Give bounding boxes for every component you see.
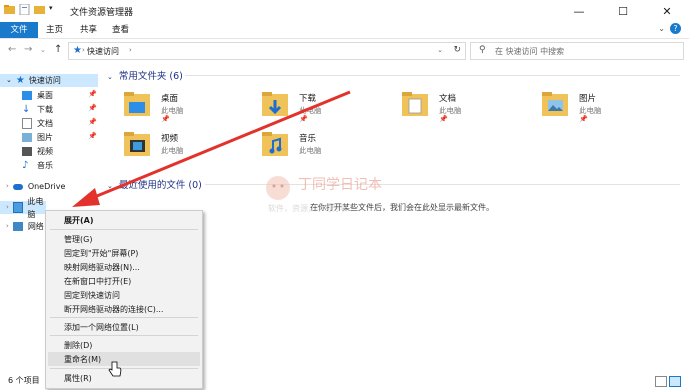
menu-item-pin-to-start[interactable]: 固定到"开始"屏幕(P) [64, 248, 138, 259]
large-icons-view-icon[interactable] [669, 376, 681, 387]
menu-item-delete[interactable]: 删除(D) [64, 340, 92, 351]
menu-item-open-new-window[interactable]: 在新窗口中打开(E) [64, 276, 131, 287]
status-bar-count: 6 个项目 [8, 376, 40, 385]
menu-item-manage[interactable]: 管理(G) [64, 234, 92, 245]
menu-item-rename[interactable]: 重命名(M) [64, 354, 101, 365]
menu-separator [50, 335, 198, 336]
menu-item-expand[interactable]: 展开(A) [64, 215, 94, 226]
menu-separator [50, 368, 198, 369]
menu-item-map-network-drive[interactable]: 映射网络驱动器(N)... [64, 262, 140, 273]
menu-item-disconnect-network-drive[interactable]: 断开网络驱动器的连接(C)... [64, 304, 163, 315]
hand-cursor-icon [108, 361, 122, 377]
menu-item-properties[interactable]: 属性(R) [64, 373, 92, 384]
menu-item-add-network-location[interactable]: 添加一个网络位置(L) [64, 322, 139, 333]
menu-separator [50, 229, 198, 230]
menu-separator [50, 317, 198, 318]
menu-item-pin-quick-access[interactable]: 固定到快速访问 [64, 290, 120, 301]
context-menu: 展开(A) 管理(G) 固定到"开始"屏幕(P) 映射网络驱动器(N)... 在… [45, 210, 203, 389]
details-view-icon[interactable] [655, 376, 667, 387]
